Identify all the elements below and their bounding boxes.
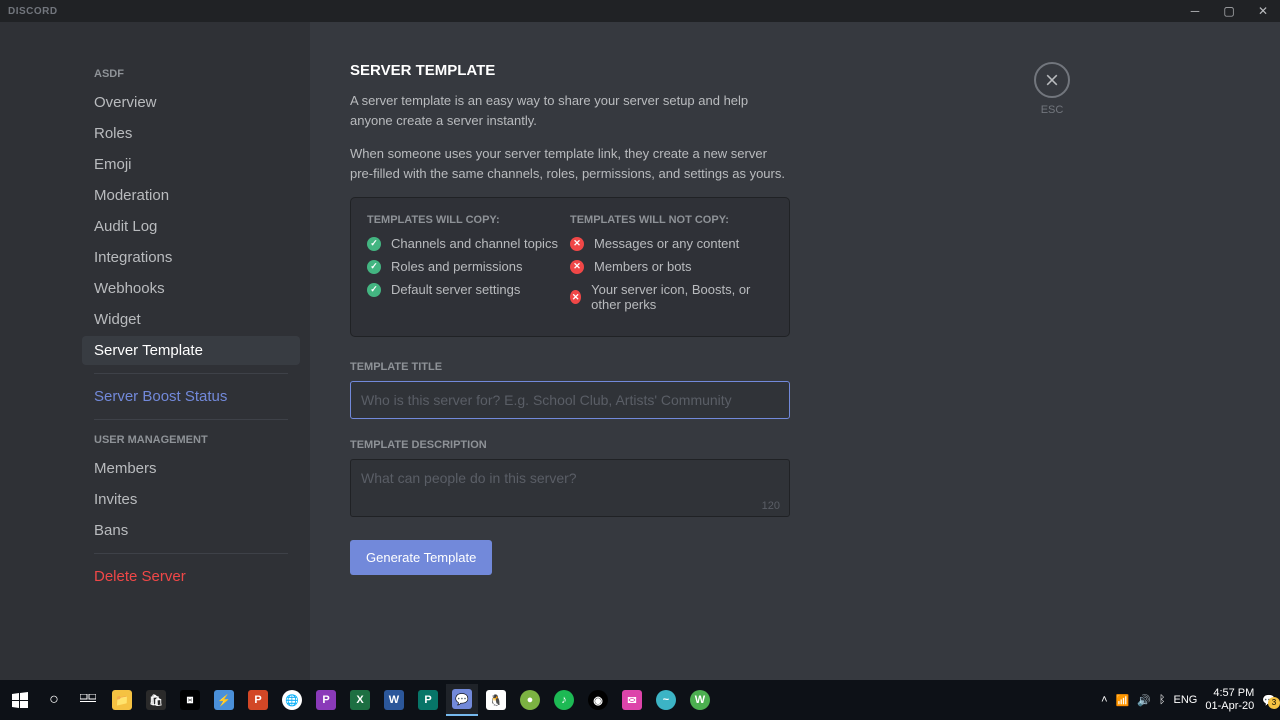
will-not-copy-heading: TEMPLATES WILL NOT COPY: — [570, 214, 773, 226]
settings-content: ESC SERVER TEMPLATE A server template is… — [310, 22, 1280, 680]
page-title: SERVER TEMPLATE — [350, 62, 790, 79]
app-icon-5[interactable]: ~ — [650, 684, 682, 716]
discord-taskbar-icon[interactable]: 💬 — [446, 684, 478, 716]
cross-icon: ✕ — [570, 237, 584, 251]
check-icon: ✓ — [367, 260, 381, 274]
app-icon[interactable]: P — [310, 684, 342, 716]
task-view-icon — [80, 694, 96, 706]
sidebar-item-widget[interactable]: Widget — [82, 305, 300, 334]
excel-icon[interactable]: X — [344, 684, 376, 716]
store-icon[interactable]: 🛍 — [140, 684, 172, 716]
app-icon-6[interactable]: W — [684, 684, 716, 716]
start-button[interactable] — [4, 684, 36, 716]
template-description-input[interactable] — [350, 459, 790, 517]
divider — [94, 419, 288, 420]
esc-label: ESC — [1034, 104, 1070, 116]
description-2: When someone uses your server template l… — [350, 144, 790, 183]
cortana-button[interactable]: ○ — [38, 684, 70, 716]
tray-chevron-icon[interactable]: ˄ — [1101, 694, 1107, 706]
description-1: A server template is an easy way to shar… — [350, 91, 790, 130]
template-description-label: TEMPLATE DESCRIPTION — [350, 439, 790, 451]
cross-icon: ✕ — [570, 290, 581, 304]
sidebar-item-audit-log[interactable]: Audit Log — [82, 212, 300, 241]
sidebar-item-emoji[interactable]: Emoji — [82, 150, 300, 179]
copy-item: ✓ Channels and channel topics — [367, 236, 570, 251]
publisher-icon[interactable]: P — [412, 684, 444, 716]
clock[interactable]: 4:57 PM 01-Apr-20 — [1205, 687, 1254, 713]
sidebar-item-delete-server[interactable]: Delete Server — [82, 562, 300, 591]
template-title-input[interactable] — [350, 381, 790, 419]
dropbox-icon[interactable]: ⧈ — [174, 684, 206, 716]
spotify-icon[interactable]: ♪ — [548, 684, 580, 716]
sidebar-item-roles[interactable]: Roles — [82, 119, 300, 148]
discord-logo: DISCORD — [8, 6, 58, 17]
obs-icon[interactable]: ◉ — [582, 684, 614, 716]
windows-icon — [12, 692, 28, 708]
task-view-button[interactable] — [72, 684, 104, 716]
app-icon-4[interactable]: ✉ — [616, 684, 648, 716]
copy-item: ✓ Default server settings — [367, 282, 570, 297]
app-icon-3[interactable]: ● — [514, 684, 546, 716]
bluetooth-icon[interactable]: ᛒ — [1159, 694, 1166, 706]
will-copy-heading: TEMPLATES WILL COPY: — [367, 214, 570, 226]
file-explorer-icon[interactable]: 📁 — [106, 684, 138, 716]
word-icon[interactable]: W — [378, 684, 410, 716]
settings-sidebar: ASDF Overview Roles Emoji Moderation Aud… — [0, 22, 310, 680]
nocopy-item: ✕ Your server icon, Boosts, or other per… — [570, 282, 773, 312]
sidebar-item-webhooks[interactable]: Webhooks — [82, 274, 300, 303]
nocopy-item: ✕ Members or bots — [570, 259, 773, 274]
template-title-label: TEMPLATE TITLE — [350, 361, 790, 373]
nocopy-item: ✕ Messages or any content — [570, 236, 773, 251]
titlebar: DISCORD ─ ▢ ✕ — [0, 0, 1280, 22]
sublime-icon[interactable]: ⚡ — [208, 684, 240, 716]
volume-icon[interactable]: 🔊 — [1137, 694, 1151, 707]
check-icon: ✓ — [367, 283, 381, 297]
sidebar-item-invites[interactable]: Invites — [82, 485, 300, 514]
char-count: 120 — [762, 500, 780, 512]
sidebar-item-server-template[interactable]: Server Template — [82, 336, 300, 365]
server-name-heading: ASDF — [82, 62, 300, 86]
wifi-icon[interactable]: 📶 — [1116, 694, 1130, 707]
sidebar-item-bans[interactable]: Bans — [82, 516, 300, 545]
chrome-icon[interactable]: 🌐 — [276, 684, 308, 716]
sidebar-item-boost-status[interactable]: Server Boost Status — [82, 382, 300, 411]
windows-taskbar: ○ 📁 🛍 ⧈ ⚡ P 🌐 P X W P 💬 🐧 ● ♪ ◉ ✉ ~ W ˄ … — [0, 680, 1280, 720]
copy-info-box: TEMPLATES WILL COPY: ✓ Channels and chan… — [350, 197, 790, 337]
divider — [94, 373, 288, 374]
minimize-button[interactable]: ─ — [1186, 4, 1204, 18]
user-management-heading: USER MANAGEMENT — [82, 428, 300, 452]
sidebar-item-integrations[interactable]: Integrations — [82, 243, 300, 272]
sidebar-item-moderation[interactable]: Moderation — [82, 181, 300, 210]
app-icon-2[interactable]: 🐧 — [480, 684, 512, 716]
powerpoint-icon[interactable]: P — [242, 684, 274, 716]
window-controls: ─ ▢ ✕ — [1186, 4, 1272, 18]
close-settings-button[interactable] — [1034, 62, 1070, 98]
generate-template-button[interactable]: Generate Template — [350, 540, 492, 575]
sidebar-item-members[interactable]: Members — [82, 454, 300, 483]
copy-item: ✓ Roles and permissions — [367, 259, 570, 274]
check-icon: ✓ — [367, 237, 381, 251]
cross-icon: ✕ — [570, 260, 584, 274]
close-icon — [1044, 72, 1060, 88]
divider — [94, 553, 288, 554]
language-indicator[interactable]: ENG — [1174, 694, 1198, 706]
notifications-icon[interactable]: 💬3 — [1262, 694, 1276, 707]
maximize-button[interactable]: ▢ — [1220, 4, 1238, 18]
close-window-button[interactable]: ✕ — [1254, 4, 1272, 18]
sidebar-item-overview[interactable]: Overview — [82, 88, 300, 117]
